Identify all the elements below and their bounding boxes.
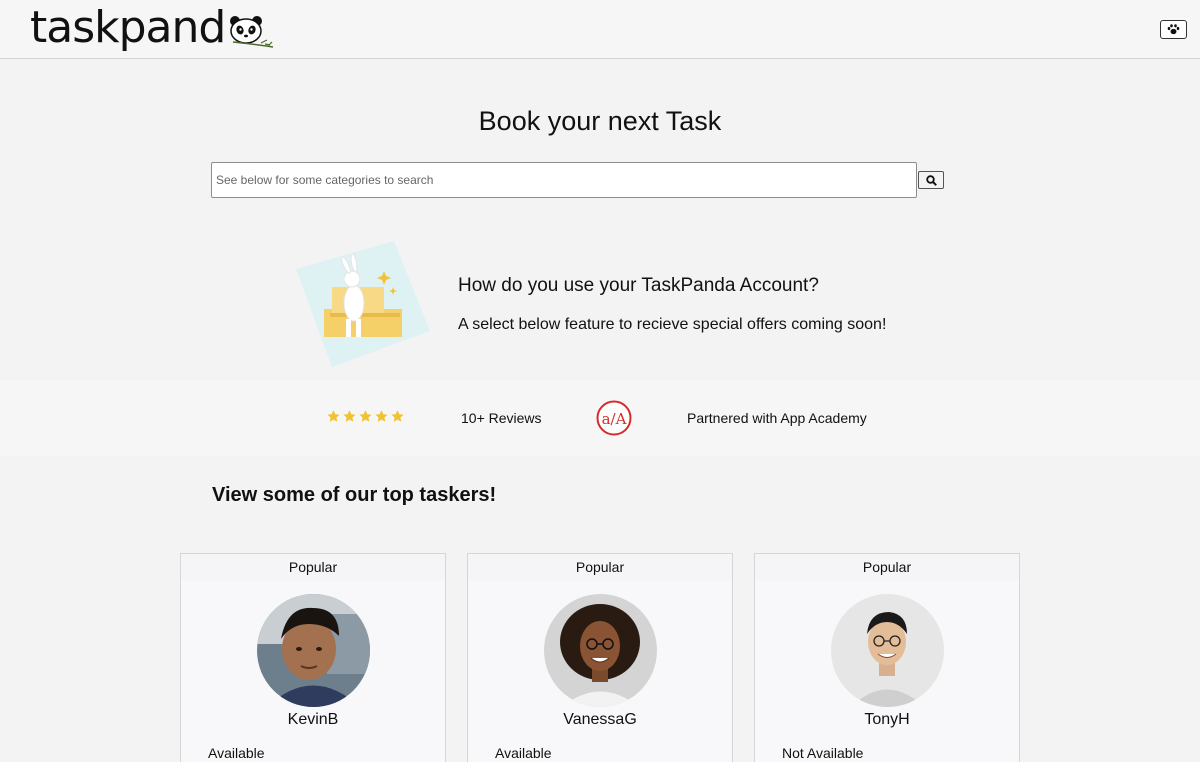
partner-text: Partnered with App Academy (687, 410, 867, 426)
promo-subtext: A select below feature to recieve specia… (458, 316, 887, 333)
popular-tag: Popular (181, 554, 445, 581)
tasker-card-tonyh[interactable]: Popular TonyH Not Available (754, 553, 1020, 762)
star-icon (327, 410, 340, 422)
popular-tag: Popular (468, 554, 732, 581)
trust-bar: 10+ Reviews a/A Partnered with App Acade… (0, 380, 1200, 456)
tasker-avatar (544, 594, 657, 707)
tasker-name: VanessaG (563, 711, 637, 728)
availability-status: Available (208, 745, 265, 761)
search-button[interactable] (918, 171, 944, 189)
star-icon (343, 410, 356, 422)
rabbit-boxes-illustration (296, 241, 430, 367)
paw-icon (1167, 24, 1180, 35)
top-taskers-heading: View some of our top taskers! (212, 484, 497, 506)
popular-tag: Popular (755, 554, 1019, 581)
app-academy-logo: a/A (596, 400, 632, 436)
tasker-card-kevinb[interactable]: Popular KevinB Available (180, 553, 446, 762)
tasker-card-vanessag[interactable]: Popular VanessaG Available (467, 553, 733, 762)
app-academy-logo-text: a/A (602, 410, 627, 428)
reviews-count: 10+ Reviews (461, 410, 542, 426)
page-title: Book your next Task (478, 106, 722, 136)
tasker-avatar (831, 594, 944, 707)
search-icon (925, 174, 937, 186)
promo-heading: How do you use your TaskPanda Account? (458, 275, 819, 296)
star-icon (359, 410, 372, 422)
availability-status: Not Available (782, 745, 864, 761)
star-icon (391, 410, 404, 422)
tasker-avatar (257, 594, 370, 707)
tasker-name: KevinB (287, 711, 339, 728)
availability-status: Available (495, 745, 552, 761)
search-input[interactable] (211, 162, 917, 198)
logo-text: taskpand (30, 2, 226, 53)
tasker-name: TonyH (864, 711, 910, 728)
account-menu-button[interactable] (1160, 20, 1187, 39)
taskpanda-logo[interactable]: taskpand (30, 2, 275, 54)
panda-icon (230, 16, 274, 48)
star-icon (375, 410, 388, 422)
star-rating (326, 409, 405, 427)
top-navbar: taskpand (0, 0, 1200, 59)
